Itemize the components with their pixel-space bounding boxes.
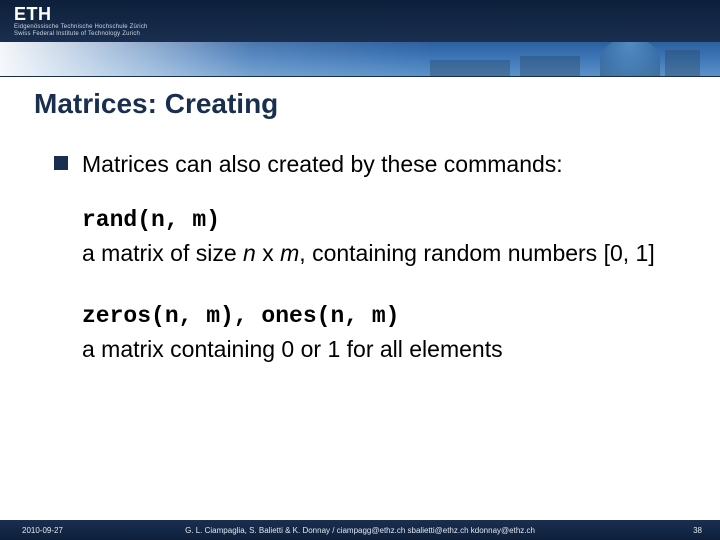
slide: ETH Eidgenössische Technische Hochschule… [0,0,720,540]
desc-segment: , containing random numbers [0, 1] [299,240,654,266]
desc-var: m [280,240,299,266]
desc-var: n [243,240,256,266]
eth-subtitle-1: Eidgenössische Technische Hochschule Zür… [14,24,148,30]
code-block: zeros(n, m), ones(n, m) a matrix contain… [82,303,680,365]
code-description: a matrix containing 0 or 1 for all eleme… [82,335,680,365]
code-description: a matrix of size n x m, containing rando… [82,239,680,269]
desc-segment: a matrix of size [82,240,243,266]
building-graphic [520,56,580,76]
code-text: zeros(n, m), ones(n, m) [82,303,680,329]
header-rule [0,76,720,77]
slide-title: Matrices: Creating [34,88,278,120]
desc-segment: x [256,240,280,266]
eth-subtitle-2: Swiss Federal Institute of Technology Zu… [14,31,140,37]
bullet-text: Matrices can also created by these comma… [82,150,563,179]
code-text: rand(n, m) [82,207,680,233]
content: Matrices can also created by these comma… [54,150,680,399]
footer-credits: G. L. Ciampaglia, S. Balietti & K. Donna… [0,526,720,535]
dome-graphic [600,42,660,76]
header: ETH Eidgenössische Technische Hochschule… [0,0,720,56]
desc-segment: a matrix containing 0 or 1 for all eleme… [82,336,503,362]
footer: 2010-09-27 G. L. Ciampaglia, S. Balietti… [0,520,720,540]
bullet-icon [54,156,68,170]
header-photo [0,42,720,76]
building-graphic [665,50,700,76]
bullet-item: Matrices can also created by these comma… [54,150,680,179]
code-block: rand(n, m) a matrix of size n x m, conta… [82,207,680,269]
building-graphic [430,60,510,76]
footer-page-number: 38 [693,526,702,535]
eth-logo: ETH [14,4,52,25]
